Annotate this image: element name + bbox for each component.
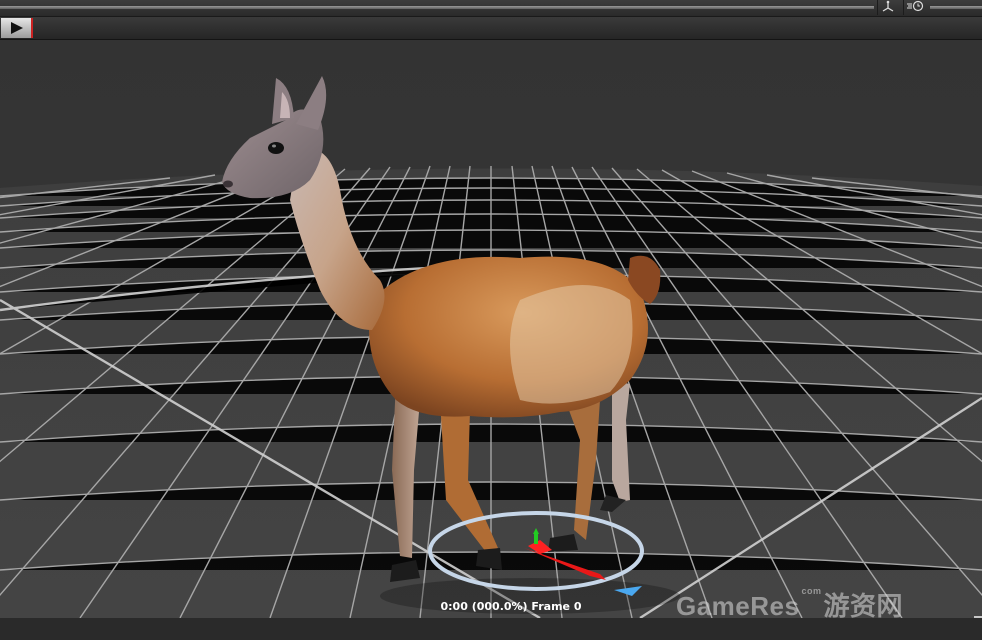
bottom-bar [0, 618, 982, 640]
play-icon [11, 22, 23, 34]
status-percent: (000.0%) [471, 600, 532, 613]
status-time: 0:00 [440, 600, 472, 613]
status-frame: Frame 0 [531, 600, 582, 613]
3d-viewport[interactable] [0, 40, 982, 618]
top-slider-bar [0, 0, 982, 17]
watermark-brand: GameRes [676, 591, 800, 621]
watermark-sub: com [801, 586, 822, 596]
play-button[interactable] [1, 18, 33, 38]
playback-toolbar [0, 17, 982, 40]
axis-icon[interactable] [877, 0, 898, 15]
clock-icon[interactable] [903, 0, 928, 15]
timeline-slider-track[interactable] [0, 6, 874, 9]
viewport-scene [0, 40, 982, 618]
speed-slider-track[interactable] [930, 6, 982, 9]
watermark-cn: 游资网 [823, 591, 903, 621]
